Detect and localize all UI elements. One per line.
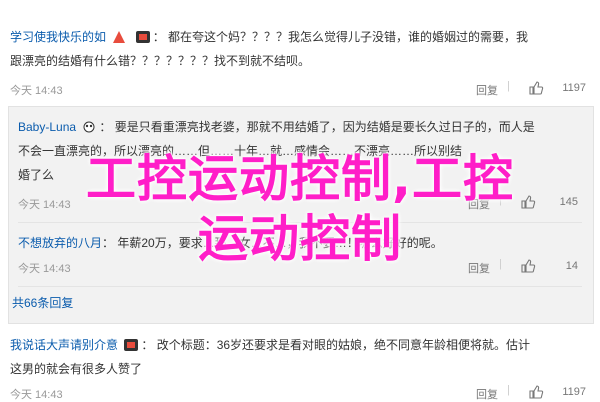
comment-1-reply-button[interactable]: 回复 <box>476 82 498 98</box>
comment-2-like-count: 1197 <box>562 386 586 398</box>
comment-2-meta: 今天 14:43 回复 | 1197 <box>10 384 590 402</box>
comment-1-text: 都在夸这个妈？？？？我怎么觉得儿子没错，谁的婚姻过的需要，我 <box>168 30 529 44</box>
comment-1-time: 今天 14:43 <box>10 85 63 97</box>
thumbs-up-icon[interactable] <box>528 384 544 400</box>
comment-1-line-1: 学习使我快乐的如 ： 都在夸这个妈？？？？我怎么觉得儿子没错，谁的婚姻过的需要，… <box>10 30 529 44</box>
reply-1-username[interactable]: Baby-Luna <box>18 120 76 134</box>
comment-2-username[interactable]: 我说话大声请别介意 <box>10 338 118 352</box>
comment-1-meta: 今天 14:43 回复 | 1197 <box>10 80 590 98</box>
fire-badge-icon <box>112 31 126 43</box>
thumbs-up-icon[interactable] <box>528 80 544 96</box>
comment-1-like-count: 1197 <box>562 82 586 94</box>
separator: | <box>507 80 510 92</box>
comment-1-text-cont: 跟漂亮的结婚有什么错？？？？？？？找不到就不结呗。 <box>10 54 311 68</box>
reply-1-line-1: Baby-Luna ： 要是只看重漂亮找老婆，那就不用结婚了，因为结婚是要长久过… <box>18 120 535 134</box>
vip-badge-icon <box>124 339 139 351</box>
reply-1-text: 要是只看重漂亮找老婆，那就不用结婚了，因为结婚是要长久过日子的，而人是 <box>114 120 535 134</box>
comment-2-line-1: 我说话大声请别介意 ： 改个标题：36岁还要求是看对眼的姑娘，绝不同意年龄相便将… <box>10 338 531 352</box>
comment-2-text-cont: 这男的就会有很多人赞了 <box>10 362 143 376</box>
vip-badge-icon <box>135 31 150 43</box>
comment-1-username[interactable]: 学习使我快乐的如 <box>10 30 106 44</box>
more-replies-link[interactable]: 共66条回复 <box>12 294 73 311</box>
comment-2-line-2: 这男的就会有很多人赞了 <box>10 360 590 377</box>
overlay-title-line-1: 工控运动控制,工控 <box>86 150 514 208</box>
overlay-title-line-2: 运动控制 <box>198 210 402 268</box>
panda-icon <box>82 121 96 133</box>
comment-2-text: 改个标题：36岁还要求是看对眼的姑娘，绝不同意年龄相便将就。估计 <box>156 338 531 352</box>
comment-1-line-2: 跟漂亮的结婚有什么错？？？？？？？找不到就不结呗。 <box>10 52 590 69</box>
separator: | <box>507 384 510 396</box>
divider <box>18 286 582 287</box>
